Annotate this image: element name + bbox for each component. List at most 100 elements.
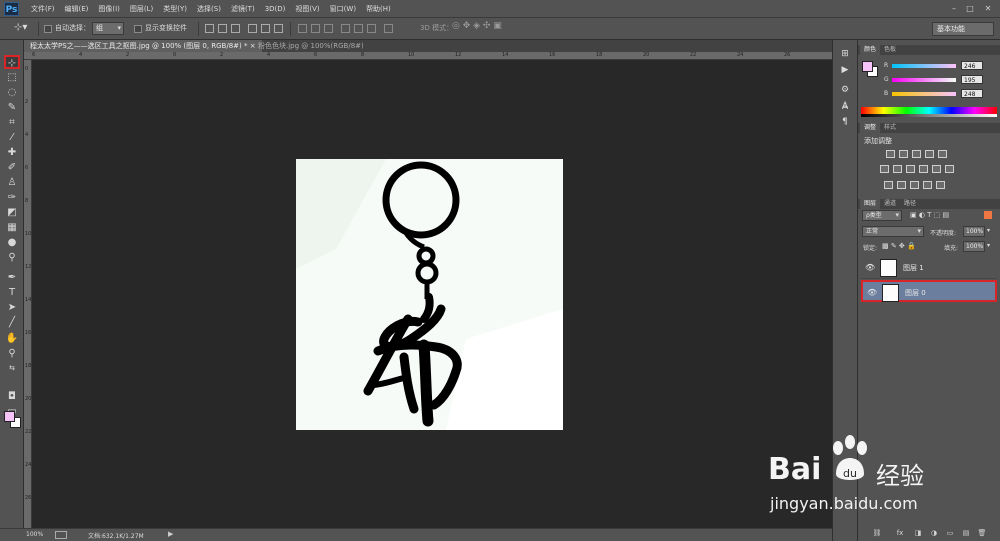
pen-tool-icon[interactable]: ✒: [4, 271, 20, 285]
auto-align-icon[interactable]: [384, 24, 393, 33]
auto-select-checkbox[interactable]: [44, 25, 52, 33]
move-tool-preset-icon[interactable]: ⊹▾: [14, 22, 27, 33]
tab-layers[interactable]: 图层: [860, 199, 881, 209]
opacity-arrow-icon[interactable]: ▾: [987, 227, 990, 234]
g-slider[interactable]: [892, 78, 956, 82]
paragraph-icon[interactable]: ¶: [839, 116, 851, 128]
history-brush-tool-icon[interactable]: ✑: [4, 191, 20, 205]
photo-filter-icon[interactable]: [919, 165, 928, 173]
posterize-icon[interactable]: [897, 181, 906, 189]
workspace-dropdown[interactable]: 基本功能: [932, 22, 994, 36]
menu-layer[interactable]: 图层(L): [125, 0, 158, 18]
align-left-icon[interactable]: [248, 24, 257, 33]
r-slider[interactable]: [892, 64, 956, 68]
selective-color-icon[interactable]: [936, 181, 945, 189]
eyedropper-tool-icon[interactable]: ⁄: [4, 131, 20, 145]
add-mask-icon[interactable]: ◨: [913, 529, 923, 538]
delete-layer-icon[interactable]: 🗑: [977, 529, 987, 538]
lock-icons[interactable]: ▩ ✎ ✥ 🔒: [882, 242, 916, 250]
close-button[interactable]: ✕: [982, 3, 994, 14]
menu-image[interactable]: 图像(I): [93, 0, 125, 18]
status-preview-icon[interactable]: [55, 531, 67, 539]
auto-select-dropdown[interactable]: 组: [92, 22, 124, 35]
tab-color[interactable]: 颜色: [860, 45, 881, 55]
brightness-contrast-icon[interactable]: [886, 150, 895, 158]
black-white-icon[interactable]: [906, 165, 915, 173]
move-tool-icon[interactable]: ⊹: [4, 55, 20, 69]
color-lookup-icon[interactable]: [945, 165, 954, 173]
layer-style-fx-icon[interactable]: fx: [895, 529, 905, 538]
3d-mode-icons[interactable]: ◎ ✥ ◈ ✣ ▣: [452, 21, 502, 31]
align-vcenter-icon[interactable]: [218, 24, 227, 33]
fill-arrow-icon[interactable]: ▾: [987, 242, 990, 249]
document-tab-active[interactable]: 程太太学PS之——选区工具之抠图.jpg @ 100% (图层 0, RGB/8…: [24, 40, 262, 52]
tab-paths[interactable]: 路径: [900, 199, 920, 209]
line-tool-icon[interactable]: ╱: [4, 316, 20, 330]
eraser-tool-icon[interactable]: ◩: [4, 206, 20, 220]
tab-styles[interactable]: 样式: [880, 123, 900, 133]
quick-select-tool-icon[interactable]: ✎: [4, 101, 20, 115]
invert-icon[interactable]: [884, 181, 893, 189]
r-value-input[interactable]: 246: [961, 61, 983, 70]
menu-view[interactable]: 视图(V): [290, 0, 324, 18]
fill-input[interactable]: 100%: [963, 241, 985, 252]
layer-filter-icons[interactable]: ▣ ◐ T ⬚ ▤: [910, 211, 949, 219]
menu-select[interactable]: 选择(S): [192, 0, 226, 18]
distribute-hcenter-icon[interactable]: [354, 24, 363, 33]
healing-brush-tool-icon[interactable]: ✚: [4, 146, 20, 160]
color-balance-icon[interactable]: [893, 165, 902, 173]
g-value-input[interactable]: 195: [961, 75, 983, 84]
distribute-left-icon[interactable]: [341, 24, 350, 33]
swap-colors-icon[interactable]: ⇆: [4, 361, 20, 375]
new-adjustment-icon[interactable]: ◑: [929, 529, 939, 538]
menu-edit[interactable]: 编辑(E): [60, 0, 94, 18]
clone-stamp-tool-icon[interactable]: ♙: [4, 176, 20, 190]
visibility-eye-icon[interactable]: 👁: [867, 288, 877, 297]
channel-mixer-icon[interactable]: [932, 165, 941, 173]
curves-icon[interactable]: [912, 150, 921, 158]
path-selection-tool-icon[interactable]: ➤: [4, 301, 20, 315]
show-transform-checkbox[interactable]: [134, 25, 142, 33]
document-tab-inactive[interactable]: 粉色色块.jpg @ 100%(RGB/8#): [252, 40, 370, 52]
new-group-icon[interactable]: ▭: [945, 529, 955, 538]
link-layers-icon[interactable]: ⛓: [872, 529, 882, 538]
marquee-tool-icon[interactable]: ⬚: [4, 71, 20, 85]
blur-tool-icon[interactable]: ●: [4, 236, 20, 250]
menu-window[interactable]: 窗口(W): [325, 0, 361, 18]
menu-type[interactable]: 类型(Y): [158, 0, 192, 18]
character-icon[interactable]: A: [839, 101, 851, 113]
align-hcenter-icon[interactable]: [261, 24, 270, 33]
layer-filter-dropdown[interactable]: ρ类型: [862, 210, 902, 221]
distribute-bottom-icon[interactable]: [324, 24, 333, 33]
brush-panel-icon[interactable]: ⚙: [839, 84, 851, 96]
type-tool-icon[interactable]: T: [4, 286, 20, 300]
distribute-top-icon[interactable]: [298, 24, 307, 33]
tab-swatches[interactable]: 色板: [880, 45, 900, 55]
dodge-tool-icon[interactable]: ⚲: [4, 251, 20, 265]
align-top-icon[interactable]: [205, 24, 214, 33]
menu-filter[interactable]: 滤镜(T): [226, 0, 260, 18]
history-panel-icon[interactable]: ⊞: [839, 48, 851, 60]
menu-3d[interactable]: 3D(D): [260, 0, 291, 18]
new-layer-icon[interactable]: ▤: [961, 529, 971, 538]
maximize-button[interactable]: □: [964, 3, 976, 14]
tab-adjustments[interactable]: 调整: [860, 123, 881, 133]
opacity-input[interactable]: 100%: [963, 226, 985, 237]
color-panel-foreground-swatch[interactable]: [862, 61, 873, 72]
vibrance-icon[interactable]: [938, 150, 947, 158]
menu-file[interactable]: 文件(F): [26, 0, 60, 18]
b-value-input[interactable]: 248: [961, 89, 983, 98]
zoom-level[interactable]: 100%: [26, 531, 43, 538]
brush-tool-icon[interactable]: ✐: [4, 161, 20, 175]
visibility-eye-icon[interactable]: 👁: [865, 263, 875, 272]
blend-mode-dropdown[interactable]: 正常: [862, 226, 924, 237]
hue-saturation-icon[interactable]: [880, 165, 889, 173]
zoom-tool-icon[interactable]: ⚲: [4, 347, 20, 361]
levels-icon[interactable]: [899, 150, 908, 158]
color-spectrum[interactable]: [861, 107, 997, 117]
threshold-icon[interactable]: [910, 181, 919, 189]
align-right-icon[interactable]: [274, 24, 283, 33]
layer-row[interactable]: 👁 图层 1: [861, 257, 997, 279]
canvas-area[interactable]: [32, 60, 832, 528]
layer-row-selected[interactable]: 👁 图层 0: [861, 280, 997, 302]
